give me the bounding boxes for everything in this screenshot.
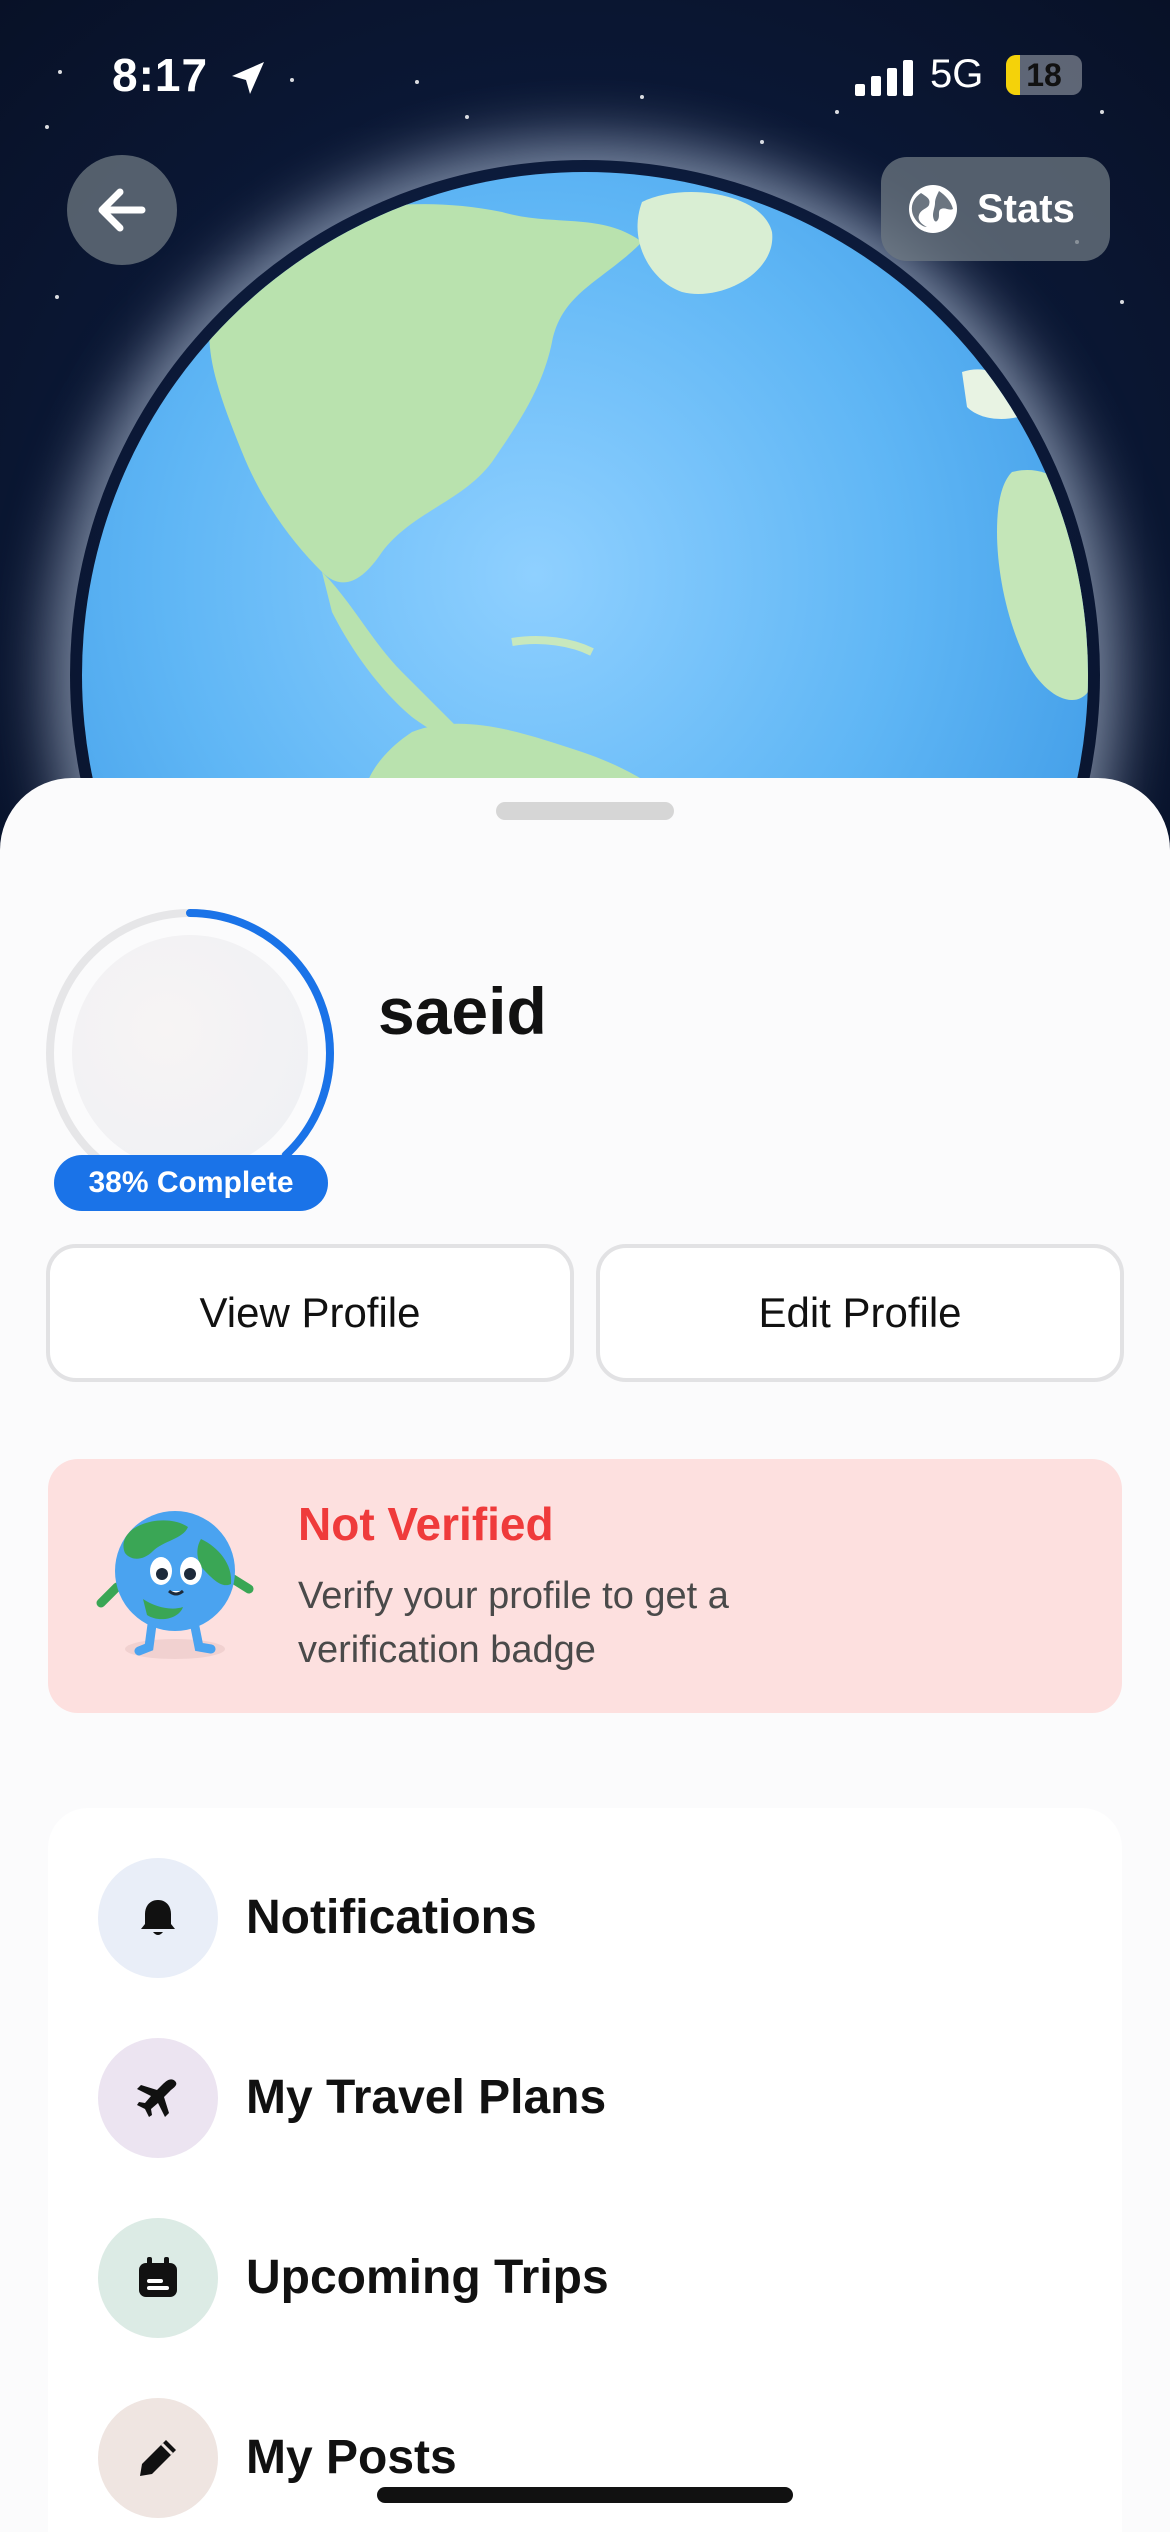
- star: [55, 295, 59, 299]
- star: [1120, 300, 1124, 304]
- verification-description: Verify your profile to get a verificatio…: [298, 1575, 729, 1671]
- network-type: 5G: [930, 52, 984, 96]
- cellular-signal-icon: [855, 60, 913, 96]
- edit-profile-button[interactable]: Edit Profile: [596, 1244, 1124, 1382]
- home-indicator[interactable]: [377, 2487, 793, 2503]
- username: saeid: [378, 974, 547, 1048]
- pencil-icon: [140, 2440, 176, 2476]
- travel-plans-icon-wrap: [98, 2038, 218, 2158]
- menu-label: Notifications: [246, 1891, 537, 1944]
- battery-level: 18: [1026, 57, 1062, 93]
- globe-image: [82, 172, 1088, 860]
- globe-icon: [909, 185, 957, 233]
- completion-badge: 38% Complete: [54, 1155, 328, 1211]
- view-profile-button[interactable]: View Profile: [46, 1244, 574, 1382]
- menu-item-notifications[interactable]: Notifications: [48, 1858, 1122, 1978]
- menu-label: My Travel Plans: [246, 2071, 607, 2124]
- stats-button[interactable]: Stats: [881, 157, 1110, 261]
- profile-sheet: 38% Complete saeid View Profile Edit Pro…: [0, 778, 1170, 2532]
- my-posts-icon-wrap: [98, 2398, 218, 2518]
- continents-map: [209, 192, 1088, 860]
- bell-icon: [141, 1900, 175, 1935]
- stats-label: Stats: [977, 186, 1075, 231]
- earth-mascot-icon: [96, 1511, 254, 1659]
- avatar[interactable]: [72, 935, 308, 1171]
- arrow-left-icon: [98, 188, 146, 232]
- status-time: 8:17: [112, 49, 209, 101]
- upcoming-trips-icon-wrap: [98, 2218, 218, 2338]
- battery-icon: 18: [1006, 55, 1082, 95]
- back-button[interactable]: [67, 155, 177, 265]
- verification-card[interactable]: Not Verified Verify your profile to get …: [48, 1459, 1122, 1713]
- location-arrow-icon: [232, 62, 264, 94]
- calendar-icon: [139, 2257, 177, 2297]
- menu-item-upcoming-trips[interactable]: Upcoming Trips: [48, 2218, 1122, 2338]
- sheet-grabber[interactable]: [496, 802, 674, 820]
- verification-title: Not Verified: [298, 1498, 554, 1550]
- airplane-icon: [137, 2079, 177, 2117]
- settings-menu: Notifications My Travel Plans Upcoming T…: [48, 1808, 1122, 2532]
- menu-label: Upcoming Trips: [246, 2251, 609, 2304]
- status-bar: 8:17 5G 18: [0, 0, 1170, 150]
- notifications-icon-wrap: [98, 1858, 218, 1978]
- menu-item-travel-plans[interactable]: My Travel Plans: [48, 2038, 1122, 2158]
